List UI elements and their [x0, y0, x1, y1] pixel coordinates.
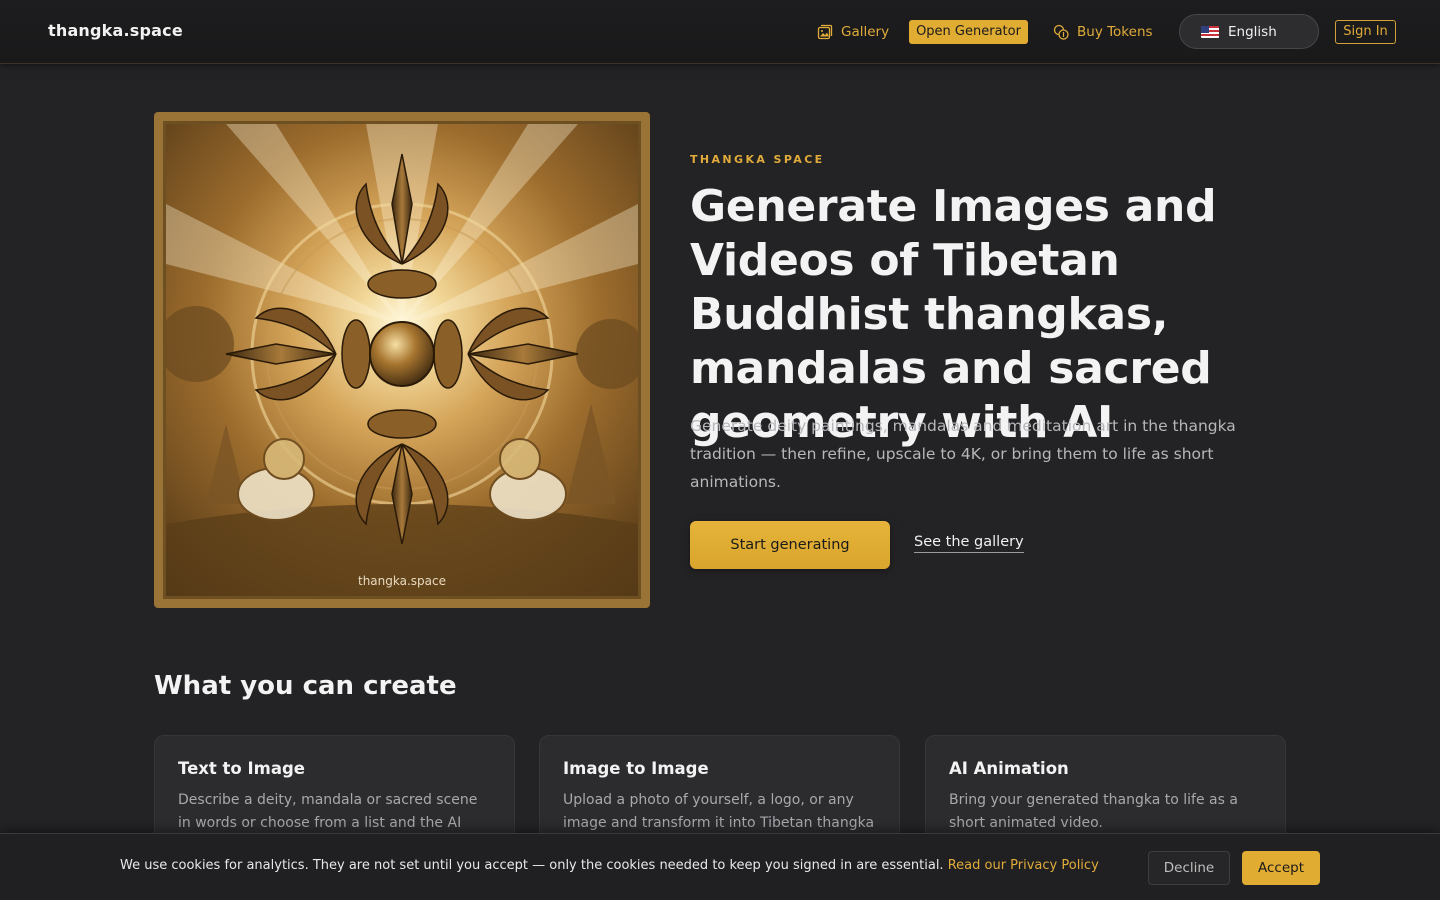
- open-generator-button[interactable]: Open Generator: [909, 20, 1028, 44]
- feature-card-title: AI Animation: [949, 759, 1069, 778]
- privacy-policy-link[interactable]: Read our Privacy Policy: [948, 858, 1099, 873]
- brand-logo[interactable]: thangka.space: [48, 21, 183, 40]
- hero-image-frame: thangka.space: [154, 112, 650, 608]
- hero-headline: Generate Images and Videos of Tibetan Bu…: [690, 181, 1217, 448]
- nav-gallery-link[interactable]: Gallery: [817, 22, 889, 42]
- decline-cookies-button[interactable]: Decline: [1148, 851, 1230, 885]
- feature-card-body: Upload a photo of yourself, a logo, or a…: [563, 792, 875, 831]
- us-flag-icon: [1201, 25, 1219, 38]
- see-gallery-link[interactable]: See the gallery: [914, 534, 1024, 553]
- feature-card-body: Bring your generated thangka to life as …: [949, 792, 1238, 831]
- cookie-text: We use cookies for analytics. They are n…: [120, 858, 948, 873]
- cookie-banner: We use cookies for analytics. They are n…: [0, 833, 1440, 900]
- language-selector[interactable]: English: [1179, 14, 1319, 49]
- nav-buy-tokens-label: Buy Tokens: [1077, 24, 1153, 40]
- feature-card-body: Describe a deity, mandala or sacred scen…: [178, 792, 478, 831]
- language-label: English: [1228, 23, 1277, 40]
- section-title: What you can create: [154, 671, 457, 701]
- image-watermark: thangka.space: [358, 574, 446, 588]
- start-generating-button[interactable]: Start generating: [690, 521, 890, 569]
- hero-eyebrow: THANGKA SPACE: [690, 153, 825, 166]
- coins-icon: [1053, 24, 1069, 40]
- hero-image: thangka.space: [163, 121, 641, 599]
- sign-in-button[interactable]: Sign In: [1335, 20, 1396, 44]
- image-gallery-icon: [817, 24, 833, 40]
- vajra-illustration: [166, 124, 638, 596]
- accept-cookies-button[interactable]: Accept: [1242, 851, 1320, 885]
- top-navbar: thangka.space Gallery Open Generator Buy…: [0, 0, 1440, 64]
- feature-card-title: Text to Image: [178, 759, 305, 778]
- feature-card-title: Image to Image: [563, 759, 709, 778]
- nav-buy-tokens-link[interactable]: Buy Tokens: [1053, 22, 1153, 42]
- cookie-message: We use cookies for analytics. They are n…: [120, 858, 1099, 873]
- hero-subtitle: Generate deity paintings, mandalas and m…: [690, 417, 1236, 491]
- nav-gallery-label: Gallery: [841, 24, 890, 40]
